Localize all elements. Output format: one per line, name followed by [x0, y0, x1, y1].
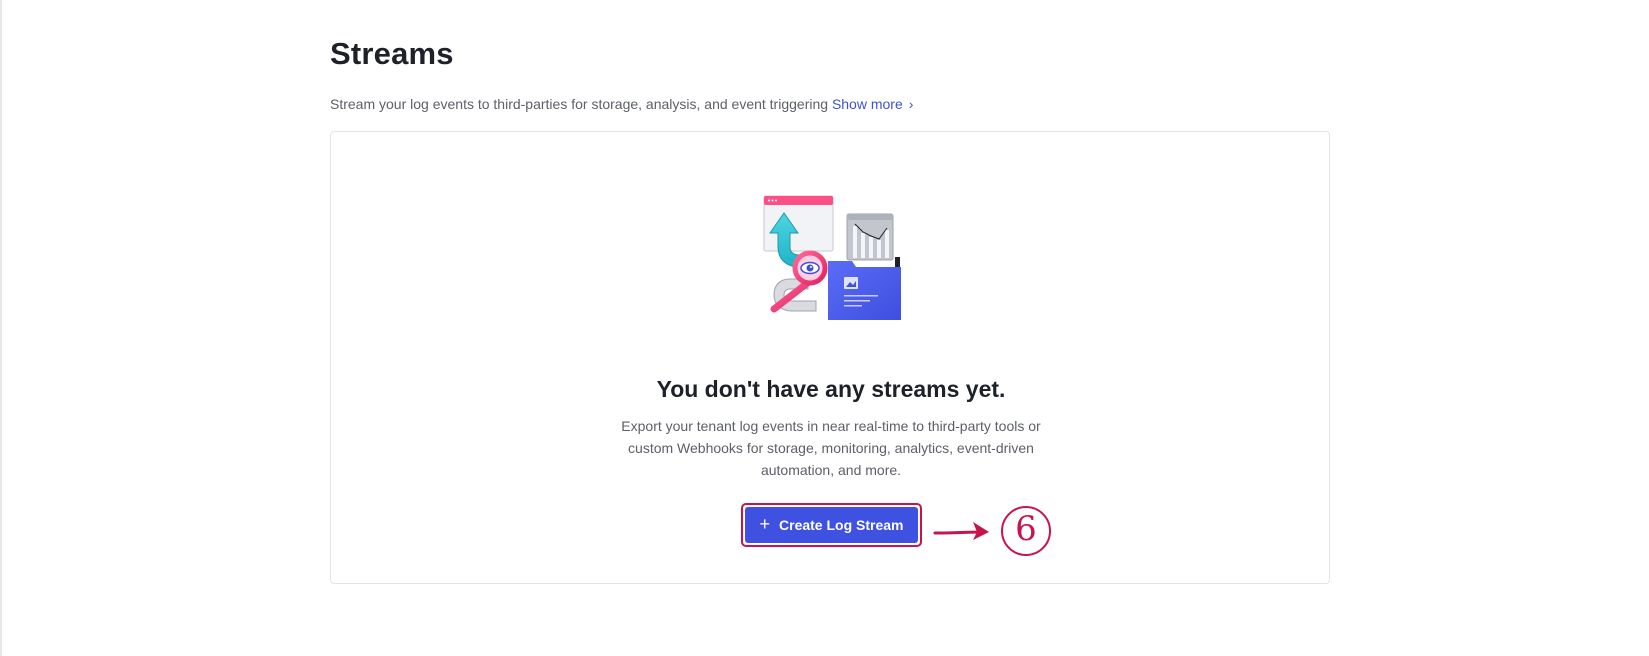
left-divider [0, 0, 2, 656]
create-log-stream-highlight: + Create Log Stream [741, 503, 922, 547]
annotation-step-number: 6 [1015, 509, 1037, 549]
create-log-stream-button[interactable]: + Create Log Stream [745, 507, 918, 543]
show-more-link[interactable]: Show more › [832, 96, 913, 112]
page-title: Streams [330, 36, 454, 71]
empty-state-description: Export your tenant log events in near re… [621, 418, 1041, 478]
subtitle-text: Stream your log events to third-parties … [330, 96, 829, 112]
chevron-right-icon: › [908, 96, 914, 112]
empty-state-card: You don't have any streams yet. Export y… [330, 131, 1330, 584]
empty-state-title: You don't have any streams yet. [656, 376, 1006, 402]
plus-icon: + [759, 514, 771, 534]
create-log-stream-label: Create Log Stream [779, 517, 904, 533]
streams-illustration [763, 195, 901, 320]
page-subtitle: Stream your log events to third-parties … [330, 96, 913, 112]
show-more-label: Show more [831, 96, 903, 112]
